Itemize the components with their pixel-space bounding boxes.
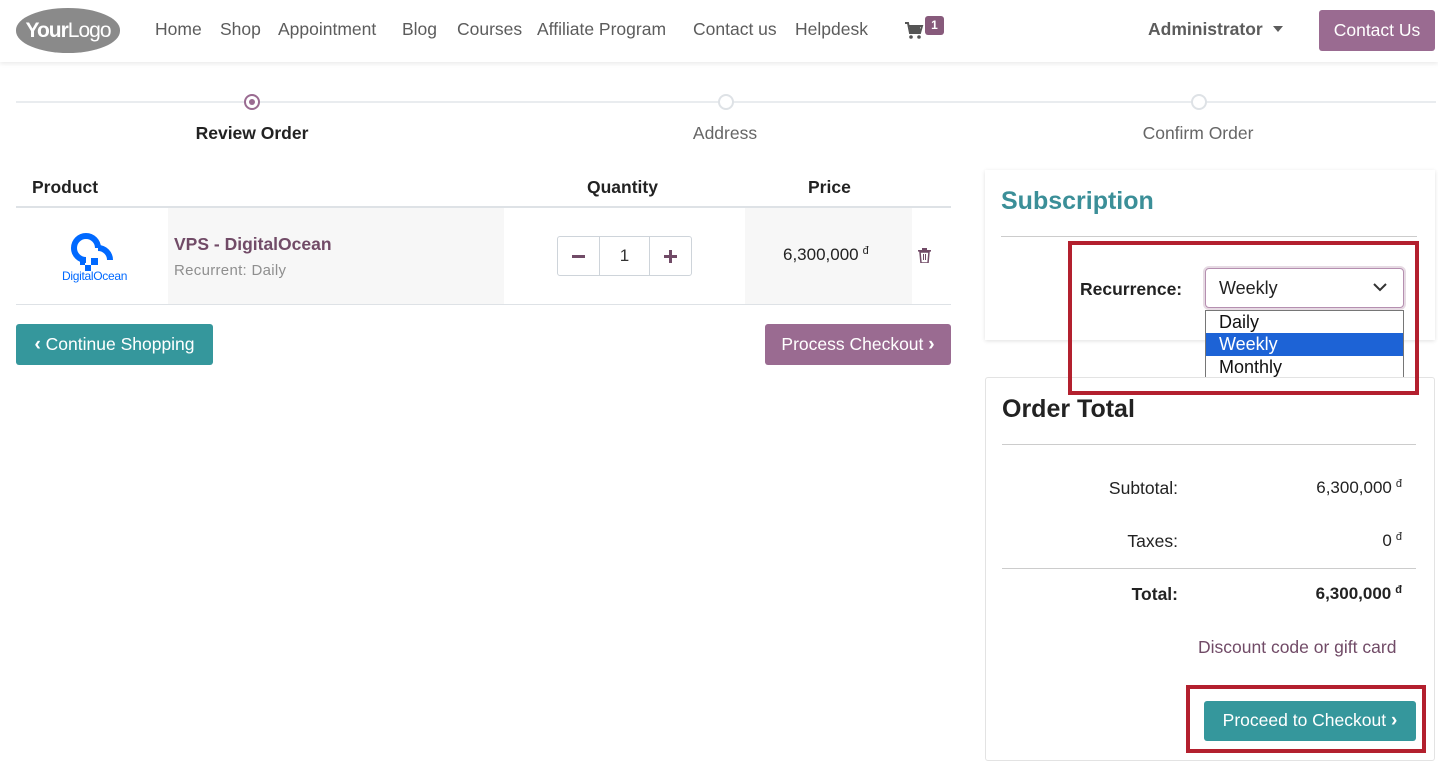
subtotal-value: 6,300,000 đ — [1316, 478, 1402, 497]
nav-contact-us[interactable]: Contact us — [693, 19, 777, 40]
subscription-divider — [1001, 236, 1417, 237]
step-dot-review-order — [244, 94, 260, 110]
subscription-title: Subscription — [1001, 187, 1154, 215]
nav-appointment[interactable]: Appointment — [278, 19, 376, 40]
site-logo[interactable]: YourLogo — [16, 8, 120, 53]
nav-shop[interactable]: Shop — [220, 19, 261, 40]
process-checkout-button[interactable]: Process Checkout › — [765, 324, 951, 365]
total-value: 6,300,000 đ — [1315, 584, 1402, 603]
step-review-order: Review Order — [195, 123, 309, 143]
chevron-right-icon: › — [928, 334, 935, 355]
step-dot-address — [718, 94, 734, 110]
step-address: Address — [692, 123, 758, 143]
total-divider — [1002, 568, 1416, 569]
digitalocean-logo-text: DigitalOcean — [62, 269, 128, 283]
decrease-quantity-button[interactable] — [558, 237, 599, 275]
user-menu[interactable]: Administrator — [1148, 19, 1283, 40]
table-bottom-divider — [16, 304, 951, 305]
step-confirm-order: Confirm Order — [1142, 123, 1254, 143]
top-navbar: YourLogo Home Shop Appointment Blog Cour… — [0, 0, 1438, 62]
product-name-link[interactable]: VPS - DigitalOcean — [174, 234, 332, 255]
caret-down-icon — [1272, 26, 1283, 32]
discount-code-link[interactable]: Discount code or gift card — [1198, 637, 1396, 658]
nav-blog[interactable]: Blog — [402, 19, 437, 40]
taxes-value: 0đ — [1382, 531, 1402, 550]
total-label: Total: — [1131, 584, 1178, 604]
trash-icon[interactable] — [918, 248, 931, 263]
order-total-title: Order Total — [1002, 395, 1135, 423]
highlight-box-checkout — [1186, 685, 1426, 753]
plus-icon — [664, 249, 677, 263]
nav-helpdesk[interactable]: Helpdesk — [795, 19, 868, 40]
chevron-left-icon: ‹ — [34, 334, 41, 355]
order-total-divider — [1002, 444, 1416, 445]
nav-home[interactable]: Home — [155, 19, 202, 40]
product-price: 6,300,000 đ — [783, 245, 869, 264]
product-recurrence-text: Recurrent: Daily — [174, 262, 287, 279]
continue-shopping-button[interactable]: ‹ Continue Shopping — [16, 324, 213, 365]
nav-courses[interactable]: Courses — [457, 19, 522, 40]
subtotal-label: Subtotal: — [1108, 478, 1178, 498]
product-name-cell — [168, 208, 504, 305]
column-header-quantity: Quantity — [587, 177, 658, 197]
contact-us-button[interactable]: Contact Us — [1319, 10, 1435, 51]
nav-affiliate-program[interactable]: Affiliate Program — [537, 19, 666, 40]
taxes-label: Taxes: — [1127, 531, 1178, 551]
increase-quantity-button[interactable] — [650, 237, 691, 275]
quantity-stepper: 1 — [557, 236, 692, 276]
column-header-price: Price — [808, 177, 851, 197]
quantity-input[interactable]: 1 — [599, 237, 650, 275]
cart-icon[interactable] — [904, 20, 924, 40]
step-dot-confirm-order — [1191, 94, 1207, 110]
cart-count-badge: 1 — [925, 16, 944, 35]
highlight-box-recurrence — [1068, 241, 1419, 395]
column-header-product: Product — [32, 177, 99, 197]
minus-icon — [572, 254, 585, 258]
